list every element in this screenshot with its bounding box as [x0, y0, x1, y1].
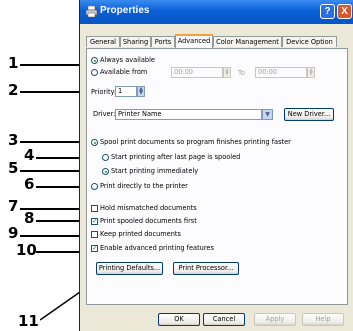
tab-color-management[interactable]: Color Management [213, 36, 282, 47]
hold-mismatched-label: Hold mismatched documents [100, 204, 197, 212]
print-spooled-first-label: Print spooled documents first [100, 217, 197, 225]
callout-3: 3 [8, 131, 19, 149]
tab-general[interactable]: General [86, 36, 120, 47]
available-from-radio[interactable] [91, 69, 98, 76]
to-label: To [238, 69, 245, 77]
callout-2: 2 [8, 81, 19, 99]
ok-button[interactable]: OK [158, 313, 200, 326]
start-immediately-label: Start printing immediately [111, 167, 199, 175]
to-time-stepper[interactable]: ▲ ▼ [307, 67, 315, 78]
print-processor-button[interactable]: Print Processor... [173, 262, 239, 275]
printing-defaults-button[interactable]: Printing Defaults... [96, 262, 163, 275]
spool-radio[interactable] [91, 139, 98, 146]
priority-label: Priority: [91, 88, 117, 96]
chevron-down-icon[interactable]: ▼ [262, 109, 273, 120]
tab-ports[interactable]: Ports [151, 36, 175, 47]
help-button[interactable]: Help [302, 313, 344, 326]
start-after-last-page-radio[interactable] [102, 154, 109, 161]
callout-2-arrow [20, 89, 86, 94]
always-available-radio[interactable] [91, 57, 98, 64]
callout-10: 10 [16, 241, 37, 259]
priority-field[interactable]: 1 [115, 86, 137, 97]
properties-dialog: Properties ? X General Sharing Ports Adv… [79, 0, 353, 331]
window-title: Properties [100, 5, 150, 16]
print-spooled-first-checkbox[interactable]: ✓ [91, 218, 98, 225]
to-time-field[interactable]: 00:00 [255, 67, 307, 78]
callout-8-arrow [36, 218, 86, 223]
callout-11: 11 [18, 312, 39, 330]
callout-1: 1 [8, 54, 19, 72]
close-button[interactable]: X [337, 4, 352, 19]
callout-10-arrow [36, 249, 86, 254]
tab-sharing[interactable]: Sharing [120, 36, 151, 47]
cancel-button[interactable]: Cancel [203, 313, 245, 326]
callout-8: 8 [24, 209, 35, 227]
spool-label: Spool print documents so program finishe… [100, 138, 291, 146]
enable-advanced-checkbox[interactable]: ✓ [91, 245, 98, 252]
apply-button[interactable]: Apply [254, 313, 296, 326]
help-title-button[interactable]: ? [320, 4, 335, 19]
keep-printed-checkbox[interactable] [91, 231, 98, 238]
callout-9: 9 [8, 224, 19, 242]
callout-9-arrow [20, 233, 86, 238]
from-time-field[interactable]: 00:00 [171, 67, 223, 78]
new-driver-button[interactable]: New Driver... [284, 108, 334, 121]
advanced-panel: Always available Available from 00:00 ▲ ▼… [86, 48, 348, 305]
callout-5: 5 [8, 159, 19, 177]
callout-1-arrow [20, 62, 86, 67]
callout-4: 4 [24, 146, 35, 164]
available-from-label: Available from [100, 68, 148, 76]
print-direct-radio[interactable] [91, 183, 98, 190]
start-after-last-page-label: Start printing after last page is spoole… [111, 153, 241, 161]
keep-printed-label: Keep printed documents [100, 230, 181, 238]
print-direct-label: Print directly to the printer [100, 182, 188, 190]
tab-advanced[interactable]: Advanced [175, 34, 213, 48]
hold-mismatched-checkbox[interactable] [91, 205, 98, 212]
callout-7: 7 [8, 197, 19, 215]
start-immediately-radio[interactable] [102, 168, 109, 175]
enable-advanced-label: Enable advanced printing features [100, 244, 214, 252]
callout-3-arrow [20, 139, 86, 144]
driver-select[interactable]: Printer Name [115, 109, 262, 120]
priority-stepper[interactable]: ▲ ▼ [137, 86, 145, 97]
callout-6: 6 [24, 175, 35, 193]
driver-label: Driver: [93, 110, 116, 118]
printer-icon [86, 6, 97, 17]
tab-device-option[interactable]: Device Option [282, 36, 337, 47]
from-time-stepper[interactable]: ▲ ▼ [223, 67, 231, 78]
always-available-label: Always available [100, 56, 155, 64]
callout-6-arrow [36, 184, 86, 189]
title-bar[interactable]: Properties ? X [80, 0, 353, 24]
